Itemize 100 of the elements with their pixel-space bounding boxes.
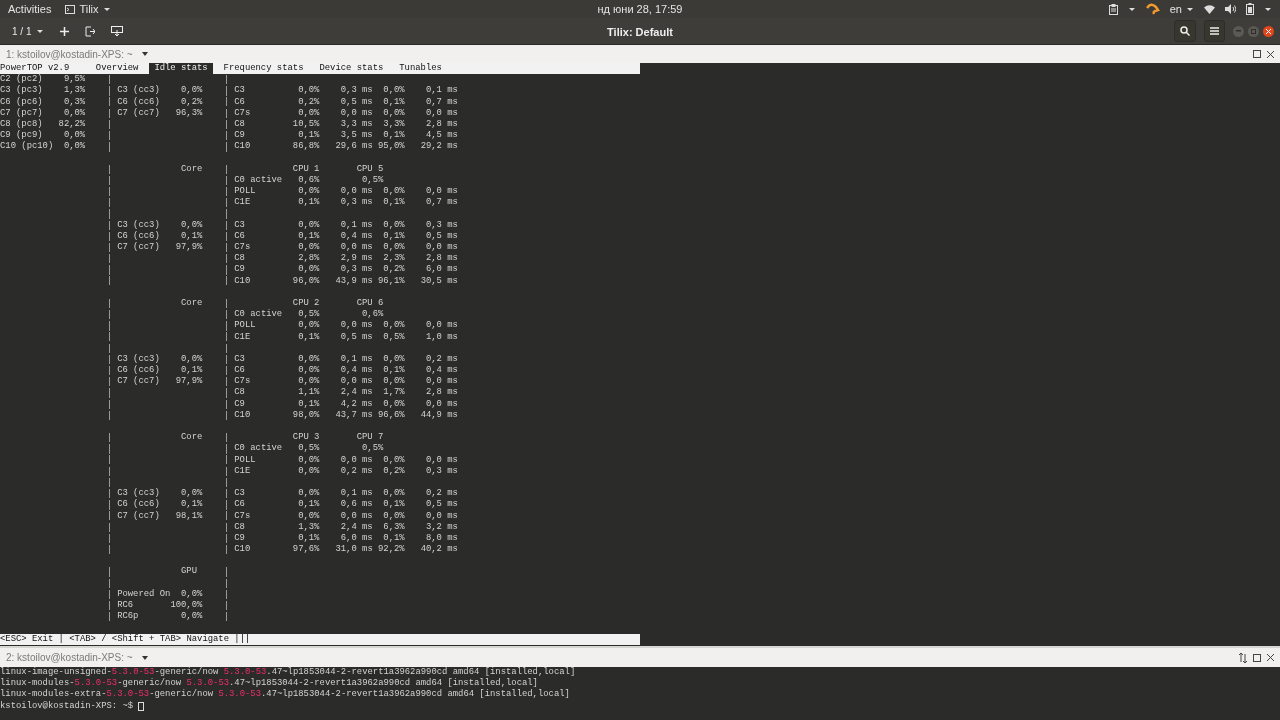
terminal-title-menu[interactable]: 2: kstoilov@kostadin-XPS: ~ <box>6 650 149 665</box>
state-label: C7 (cc7) <box>117 376 161 388</box>
powertop-tab[interactable]: Device stats <box>314 63 389 75</box>
menu-button[interactable] <box>1204 20 1225 42</box>
time-value: 0,0 ms <box>339 242 373 254</box>
powertop-tab[interactable]: Frequency stats <box>218 63 309 75</box>
terminal-title-menu[interactable]: 1: kstoilov@kostadin-XPS: ~ <box>6 46 149 62</box>
powertop-tab[interactable]: Overview <box>90 63 144 75</box>
percentage-value: 0,0% <box>297 85 320 97</box>
state-label: Powered On <box>117 588 171 600</box>
state-label: C9 <box>234 130 246 142</box>
percentage-value: 0,2% <box>382 465 405 477</box>
caret-icon <box>140 654 149 661</box>
close-button[interactable] <box>1263 25 1274 37</box>
state-label: C7s <box>234 242 252 254</box>
percentage-value: 0,2% <box>297 96 320 108</box>
percentage-value: 0,1% <box>180 499 203 511</box>
percentage-value: 0,1% <box>382 96 405 108</box>
column-heading: Core <box>181 297 203 310</box>
percentage-value: 96,1% <box>377 275 405 287</box>
state-label: C6 (cc6) <box>117 230 161 242</box>
keyboard-layout-menu[interactable]: en <box>1169 0 1194 18</box>
state-label: C3 <box>234 488 246 500</box>
percentage-value: 0,0% <box>62 141 86 153</box>
search-button[interactable] <box>1174 20 1196 42</box>
percentage-value: 0,5% <box>361 443 384 455</box>
time-value: 4,2 ms <box>339 398 373 410</box>
percentage-value: 0,2% <box>382 264 405 276</box>
percentage-value: 0,0% <box>62 130 86 142</box>
state-label: C0 active <box>234 443 284 455</box>
time-value: 0,1 ms <box>339 353 373 366</box>
state-label: RC6p <box>117 611 140 623</box>
time-value: 40,2 ms <box>419 544 458 556</box>
percentage-value: 0,5% <box>297 309 320 321</box>
percentage-value: 0,1% <box>297 398 320 410</box>
battery-icon[interactable] <box>1246 3 1254 15</box>
volume-icon[interactable] <box>1225 4 1236 14</box>
percentage-value: 1,1% <box>297 387 320 399</box>
state-label: RC6 <box>117 600 135 612</box>
percentage-value: 0,1% <box>382 130 405 142</box>
time-value: 0,0 ms <box>424 186 458 198</box>
percentage-value: 0,1% <box>297 532 320 545</box>
percentage-value: 100,0% <box>170 600 203 612</box>
close-icon[interactable] <box>1267 50 1274 58</box>
clipboard-icon[interactable] <box>1108 3 1118 15</box>
app-menu[interactable]: Tilix <box>65 0 111 18</box>
percentage-value: 0,0% <box>297 376 320 388</box>
time-value: 0,3 ms <box>339 197 373 209</box>
state-label: C10 <box>234 141 252 153</box>
percentage-value: 0,0% <box>180 85 203 97</box>
state-label: C3 (cc3) <box>117 219 161 231</box>
percentage-value: 0,1% <box>382 365 405 377</box>
percentage-value: 0,0% <box>180 219 203 231</box>
percentage-value: 9,5% <box>62 74 86 86</box>
time-value: 0,0 ms <box>424 107 458 119</box>
time-value: 0,2 ms <box>424 488 458 500</box>
maximize-icon[interactable] <box>1253 50 1261 58</box>
percentage-value: 0,0% <box>382 353 405 366</box>
percentage-value: 0,6% <box>297 174 320 187</box>
percentage-value: 0,0% <box>180 353 203 366</box>
percentage-value: 0,1% <box>297 230 320 242</box>
column-heading: CPU 5 <box>355 163 384 175</box>
powertop-tab[interactable]: Tunables <box>393 63 448 75</box>
time-value: 2,8 ms <box>424 387 458 399</box>
percentage-value: 0,0% <box>382 219 405 231</box>
percentage-value: 0,1% <box>297 197 320 209</box>
state-label: C10 <box>234 275 252 287</box>
percentage-value: 96,3% <box>174 107 203 119</box>
close-icon[interactable] <box>1267 654 1274 661</box>
activities-button[interactable]: Activities <box>8 0 52 18</box>
time-value: 0,4 ms <box>424 365 458 377</box>
state-label: C6 (cc6) <box>117 365 161 376</box>
time-value: 3,2 ms <box>424 521 458 533</box>
terminal-line: linux-modules-extra-5.3.0-53-generic/now 5.3.0-53.47~lp1853044-2-revert1a3962a990cd amd64 [installed,local] <box>0 689 570 701</box>
state-label: POLL <box>234 186 257 198</box>
time-value: 6,0 ms <box>424 264 458 276</box>
maximize-icon[interactable] <box>1253 653 1261 662</box>
terminal-line: linux-modules-5.3.0-53-generic/now 5.3.0-53.47~lp1853044-2-revert1a3962a990cd amd64 [installed,local] <box>0 678 538 689</box>
time-value: 0,0 ms <box>339 186 373 198</box>
state-label: C0 active <box>234 309 284 321</box>
session-switcher[interactable]: 1 / 1 <box>6 20 51 42</box>
arrows-icon[interactable] <box>1239 652 1247 663</box>
time-value: 0,0 ms <box>424 510 458 522</box>
minimize-icon <box>1236 30 1241 32</box>
time-value: 0,4 ms <box>339 365 373 377</box>
caret-icon <box>36 28 45 34</box>
column-heading: CPU 6 <box>355 297 384 310</box>
percentage-value: 0,0% <box>297 242 320 254</box>
time-value: 0,5 ms <box>339 96 373 108</box>
powertop-tab[interactable]: Idle stats <box>149 63 213 75</box>
caret-icon <box>1264 6 1272 12</box>
clock[interactable]: нд юни 28, 17:59 <box>597 2 683 15</box>
state-label: C10 <box>234 409 252 421</box>
percentage-value: 0,0% <box>297 219 320 231</box>
time-value: 0,4 ms <box>339 230 373 242</box>
percentage-value: 0,1% <box>297 499 320 511</box>
wifi-icon[interactable] <box>1204 4 1215 14</box>
state-label: C7 (cc7) <box>117 510 161 522</box>
time-value: 6,0 ms <box>339 532 373 545</box>
prompt: kstoilov@kostadin-XPS: ~$ <box>0 700 135 712</box>
